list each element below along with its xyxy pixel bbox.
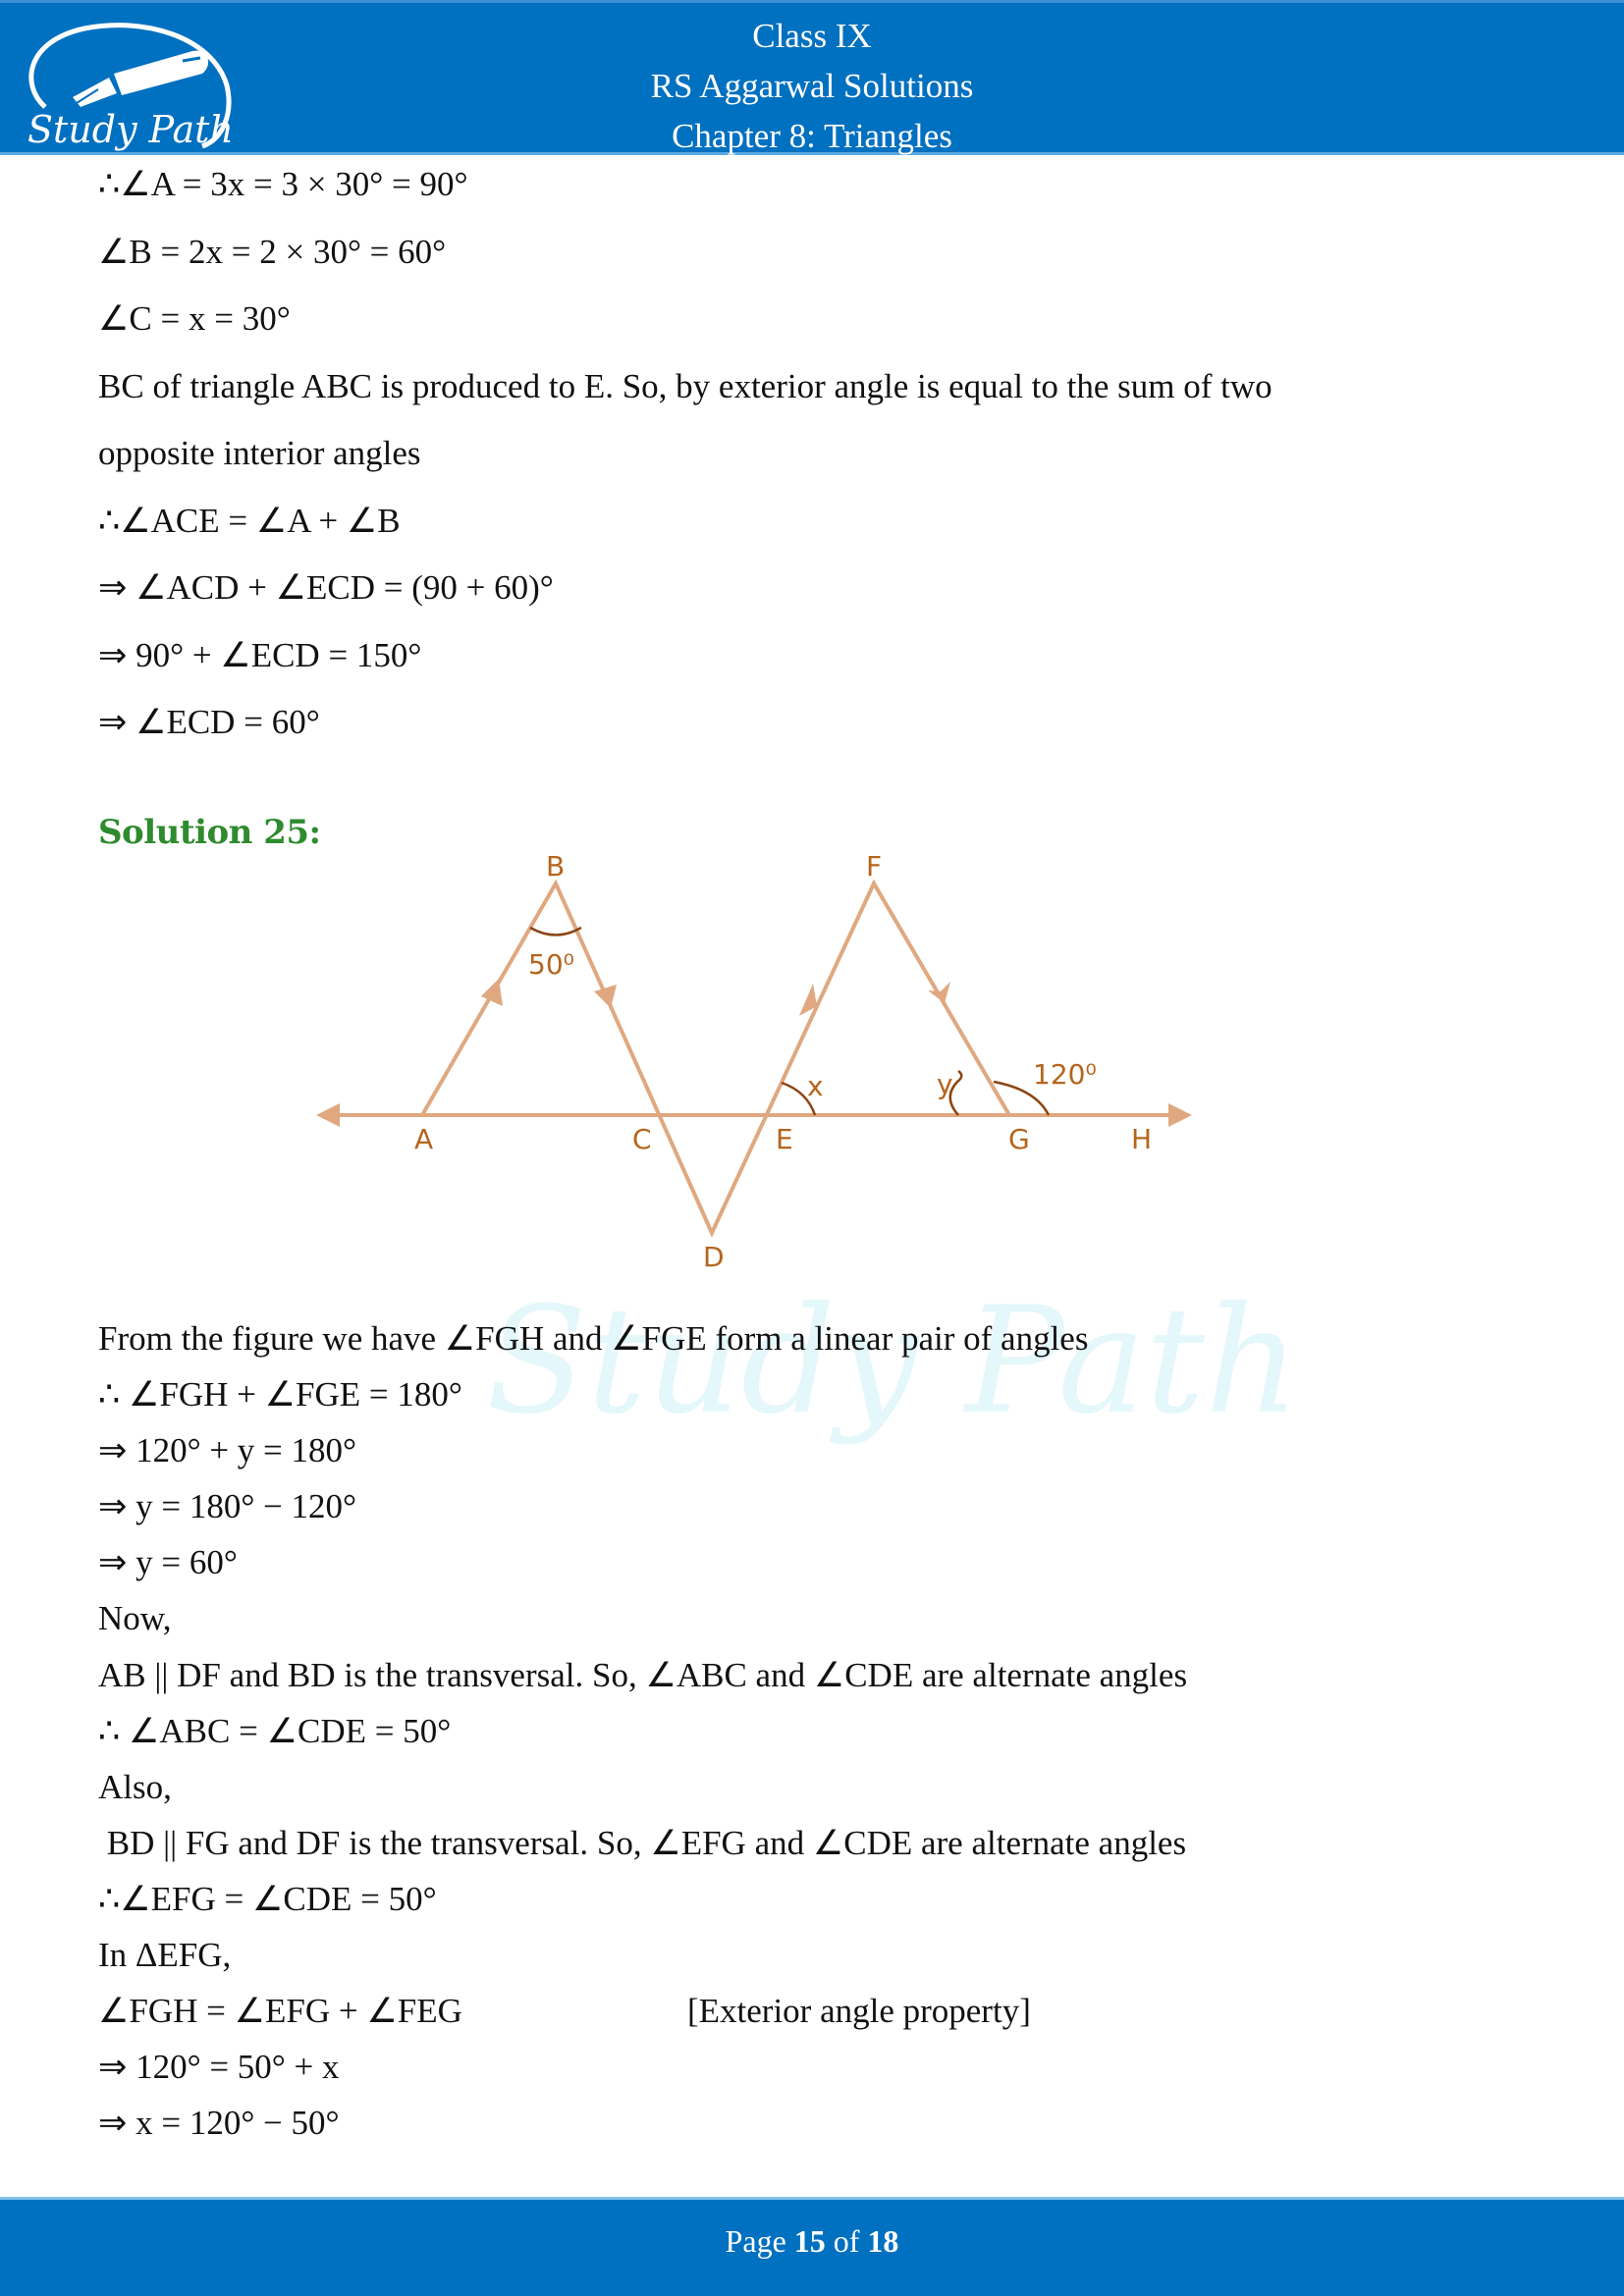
label-F: F: [866, 850, 882, 882]
label-G: G: [1008, 1123, 1030, 1155]
angle-label-120: 120⁰: [1033, 1058, 1097, 1091]
label-B: B: [546, 850, 565, 882]
label-D: D: [703, 1241, 725, 1273]
label-H: H: [1131, 1123, 1152, 1155]
triangle-figure: B A C D E F G H 50⁰ x y 120⁰: [316, 850, 1192, 1273]
label-A: A: [414, 1123, 433, 1155]
angle-arc-B: [529, 926, 582, 936]
label-C: C: [632, 1123, 652, 1155]
angle-label-x: x: [807, 1070, 824, 1102]
angle-label-B: 50⁰: [528, 948, 574, 981]
parallel-arrow-BD: [594, 985, 617, 1008]
arrow-left-icon: [316, 1103, 340, 1127]
arrow-right-icon: [1168, 1103, 1192, 1127]
angle-label-y: y: [937, 1068, 953, 1100]
label-E: E: [776, 1123, 793, 1155]
zigzag-ABDFG: [420, 879, 1011, 1238]
